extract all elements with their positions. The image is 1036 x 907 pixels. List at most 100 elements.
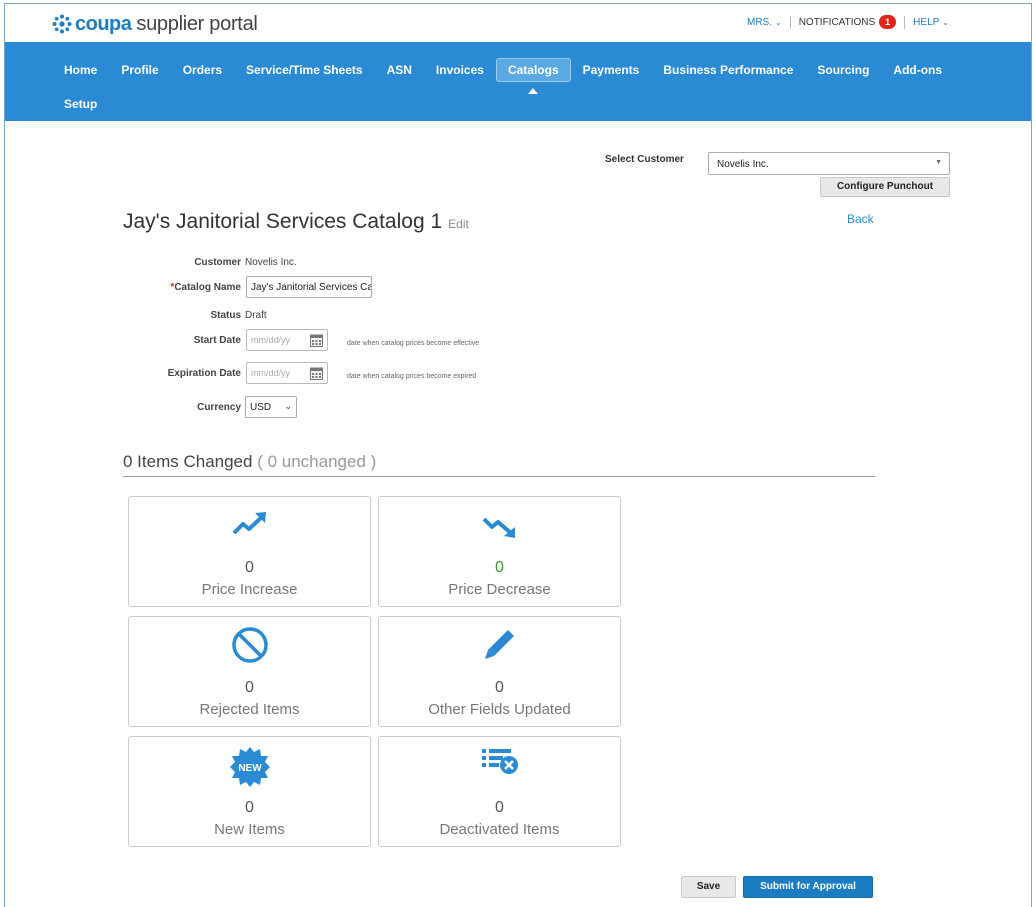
catalog-name-label: *Catalog Name — [111, 282, 241, 293]
catalog-name-input[interactable]: Jay's Janitorial Services Cat — [246, 276, 372, 298]
notifications-badge: 1 — [879, 15, 897, 29]
trend-up-icon — [232, 512, 266, 535]
submit-for-approval-button[interactable]: Submit for Approval — [743, 876, 873, 898]
user-menu[interactable]: MRS. ⌄ — [747, 17, 782, 28]
start-date-label: Start Date — [193, 335, 241, 346]
nav-row-2: Setup — [52, 90, 109, 118]
items-unchanged-count: ( 0 unchanged ) — [257, 452, 377, 471]
card-label: Other Fields Updated — [428, 701, 571, 718]
nav-item-orders[interactable]: Orders — [171, 58, 234, 82]
edit-link[interactable]: Edit — [448, 217, 469, 231]
coupa-logo[interactable]: coupa supplier portal — [51, 12, 258, 36]
expiration-date-hint: date when catalog prices become expired — [347, 373, 477, 380]
card-other-fields-updated[interactable]: 0 Other Fields Updated — [378, 616, 621, 727]
chevron-down-icon: ⌄ — [284, 401, 292, 411]
card-count: 0 — [245, 559, 254, 576]
currency-label: Currency — [197, 402, 241, 413]
currency-value: USD — [250, 402, 272, 413]
app-frame: coupa supplier portal MRS. ⌄ NOTIFICATION… — [4, 3, 1032, 907]
section-divider — [123, 476, 875, 477]
notifications-link[interactable]: NOTIFICATIONS 1 — [798, 15, 897, 29]
list-remove-icon — [481, 749, 518, 774]
card-label: Price Decrease — [448, 581, 551, 598]
configure-punchout-button[interactable]: Configure Punchout — [820, 177, 950, 197]
chevron-down-icon: ⌄ — [774, 17, 782, 27]
card-label: Rejected Items — [199, 701, 300, 718]
top-bar: coupa supplier portal MRS. ⌄ NOTIFICATION… — [5, 4, 1031, 42]
dropdown-arrow-icon: ▼ — [935, 159, 942, 166]
items-changed-count: 0 Items Changed — [123, 452, 253, 471]
icon-wrap: NEW — [129, 747, 370, 787]
user-menu-label: MRS. — [746, 16, 772, 28]
nav-item-catalogs[interactable]: Catalogs — [495, 58, 571, 94]
card-label: Price Increase — [201, 581, 298, 598]
start-date-input[interactable]: mm/dd/yy — [246, 329, 328, 351]
customer-select[interactable]: Novelis Inc. ▼ — [708, 152, 950, 175]
customer-select-value: Novelis Inc. — [717, 159, 769, 170]
help-menu-label: HELP — [913, 16, 940, 28]
divider — [904, 15, 906, 29]
nav-item-setup[interactable]: Setup — [52, 92, 109, 116]
currency-select[interactable]: USD ⌄ — [245, 396, 297, 418]
nav-item-business-performance[interactable]: Business Performance — [651, 58, 805, 82]
expiration-date-input[interactable]: mm/dd/yy — [246, 362, 328, 384]
prohibited-icon — [231, 627, 268, 663]
main-nav: Home Profile Orders Service/Time Sheets ASN I… — [5, 42, 1031, 121]
nav-item-asn[interactable]: ASN — [375, 58, 424, 82]
card-label: Deactivated Items — [439, 821, 560, 838]
page-title: Jay's Janitorial Services Catalog 1 Edit — [123, 210, 469, 234]
nav-item-add-ons[interactable]: Add-ons — [881, 58, 954, 82]
divider — [789, 15, 791, 29]
active-caret-icon — [528, 88, 539, 94]
card-price-increase[interactable]: 0 Price Increase — [128, 496, 371, 607]
calendar-icon[interactable] — [310, 333, 323, 347]
card-count: 0 — [495, 799, 504, 816]
icon-wrap — [129, 507, 370, 541]
calendar-icon[interactable] — [310, 366, 323, 380]
select-customer-label: Select Customer — [605, 154, 684, 165]
notifications-label: NOTIFICATIONS — [798, 16, 876, 28]
new-badge-text: NEW — [238, 763, 262, 774]
status-value: Draft — [245, 310, 267, 321]
icon-wrap — [379, 507, 620, 541]
chevron-down-icon: ⌄ — [942, 17, 949, 27]
catalog-name-label-text: Catalog Name — [174, 282, 241, 293]
icon-wrap — [379, 747, 620, 781]
card-count: 0 — [495, 559, 504, 576]
logo-brand: coupa — [75, 12, 132, 35]
logo-subtitle: supplier portal — [136, 12, 258, 35]
icon-wrap — [129, 627, 370, 663]
nav-item-home[interactable]: Home — [52, 58, 109, 82]
nav-row-1: Home Profile Orders Service/Time Sheets ASN I… — [52, 56, 954, 94]
coupa-logo-icon — [52, 14, 72, 34]
nav-item-sourcing[interactable]: Sourcing — [805, 58, 881, 82]
expiration-date-placeholder: mm/dd/yy — [251, 368, 291, 378]
card-new-items[interactable]: NEW 0 New Items — [128, 736, 371, 847]
nav-item-profile[interactable]: Profile — [109, 58, 170, 82]
card-label: New Items — [214, 821, 285, 838]
trend-down-icon — [482, 517, 515, 538]
nav-item-payments[interactable]: Payments — [571, 58, 652, 82]
pencil-icon — [484, 630, 514, 659]
start-date-placeholder: mm/dd/yy — [251, 335, 291, 345]
card-count: 0 — [245, 679, 254, 696]
card-count: 0 — [495, 679, 504, 696]
items-changed-heading: 0 Items Changed ( 0 unchanged ) — [123, 452, 376, 472]
customer-value: Novelis Inc. — [245, 257, 297, 268]
card-price-decrease[interactable]: 0 Price Decrease — [378, 496, 621, 607]
expiration-date-label: Expiration Date — [167, 368, 241, 379]
save-button[interactable]: Save — [681, 876, 736, 898]
back-link[interactable]: Back — [847, 212, 874, 226]
card-count: 0 — [245, 799, 254, 816]
customer-label: Customer — [194, 257, 241, 268]
nav-item-invoices[interactable]: Invoices — [424, 58, 496, 82]
catalog-title: Jay's Janitorial Services Catalog 1 — [123, 210, 443, 233]
card-deactivated-items[interactable]: 0 Deactivated Items — [378, 736, 621, 847]
icon-wrap — [379, 627, 620, 661]
help-menu[interactable]: HELP ⌄ — [913, 17, 949, 28]
card-rejected-items[interactable]: 0 Rejected Items — [128, 616, 371, 727]
status-label: Status — [210, 310, 241, 321]
new-badge-icon: NEW — [229, 747, 270, 787]
top-links: MRS. ⌄ NOTIFICATIONS 1 HELP ⌄ — [747, 15, 949, 29]
nav-item-service-time-sheets[interactable]: Service/Time Sheets — [234, 58, 375, 82]
